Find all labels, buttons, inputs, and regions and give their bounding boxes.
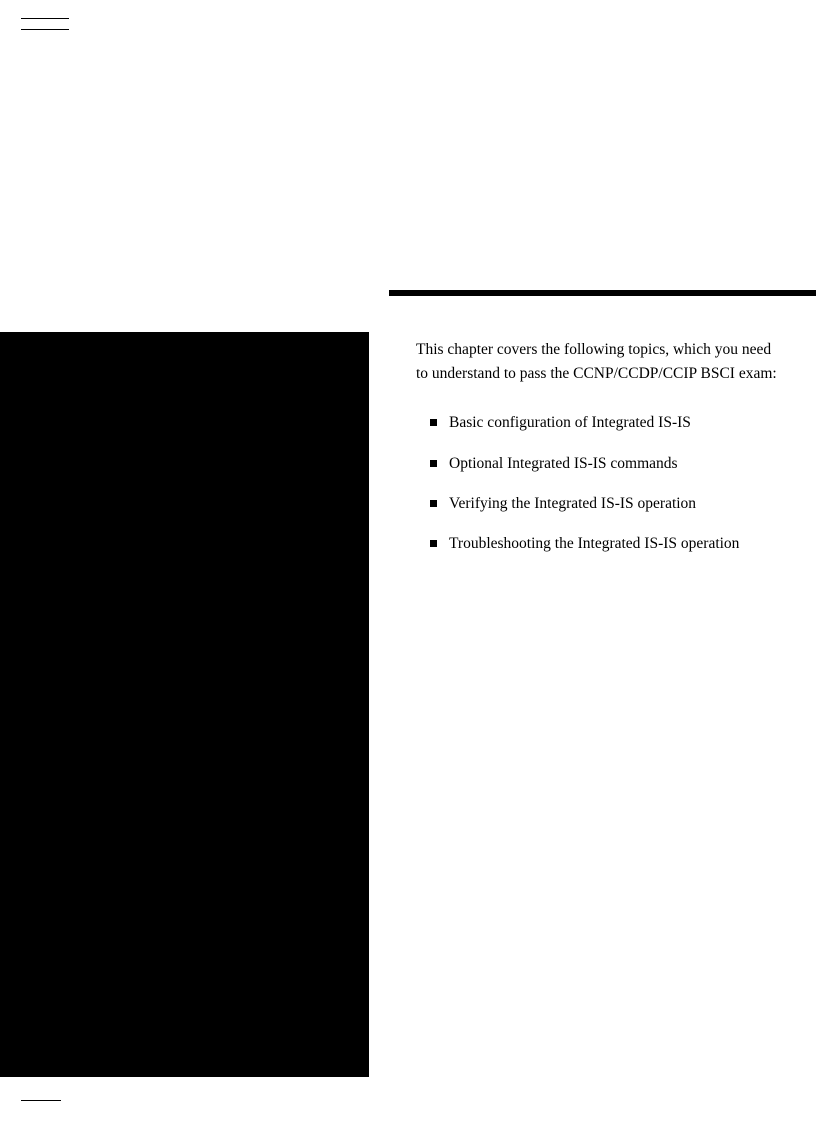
divider-bar: [389, 290, 816, 296]
square-bullet-icon: [430, 540, 437, 547]
topic-item: Troubleshooting the Integrated IS-IS ope…: [416, 533, 784, 555]
topic-item: Optional Integrated IS-IS commands: [416, 453, 784, 475]
square-bullet-icon: [430, 419, 437, 426]
topic-text: Verifying the Integrated IS-IS operation: [449, 493, 784, 515]
crop-mark-bottom: [21, 1100, 61, 1101]
topic-text: Troubleshooting the Integrated IS-IS ope…: [449, 533, 784, 555]
topic-list: Basic configuration of Integrated IS-IS …: [416, 412, 784, 556]
topic-item: Basic configuration of Integrated IS-IS: [416, 412, 784, 434]
content-column: This chapter covers the following topics…: [416, 338, 784, 574]
topic-text: Optional Integrated IS-IS commands: [449, 453, 784, 475]
square-bullet-icon: [430, 500, 437, 507]
crop-mark-line: [21, 18, 69, 19]
image-placeholder-box: [0, 332, 369, 1077]
topic-item: Verifying the Integrated IS-IS operation: [416, 493, 784, 515]
intro-paragraph: This chapter covers the following topics…: [416, 338, 784, 386]
crop-marks-top: [21, 18, 69, 40]
topic-text: Basic configuration of Integrated IS-IS: [449, 412, 784, 434]
square-bullet-icon: [430, 460, 437, 467]
crop-mark-line: [21, 29, 69, 30]
